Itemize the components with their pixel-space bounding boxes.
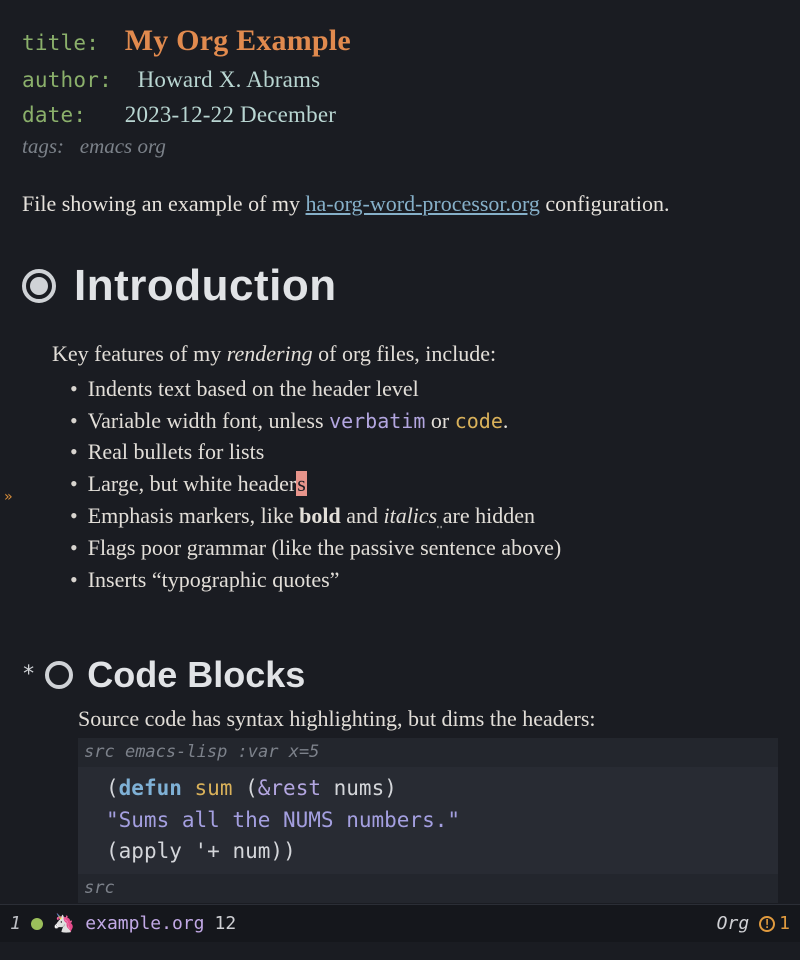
meta-title-key: title xyxy=(22,31,86,55)
list-item: • Emphasis markers, like bold and italic… xyxy=(70,500,778,532)
heading-code-blocks[interactable]: * Code Blocks xyxy=(22,654,778,696)
src-block-footer: src xyxy=(78,874,778,904)
fringe-indicator: » xyxy=(4,489,12,505)
doc-author: Howard X. Abrams xyxy=(138,67,321,92)
list-item: • Large, but white headers xyxy=(70,468,778,500)
heading-bullet-ring-icon xyxy=(45,661,73,689)
src-block-header: src emacs-lisp :var x=5 xyxy=(78,738,778,768)
intro-paragraph: File showing an example of my ha-org-wor… xyxy=(22,189,778,219)
meta-date-line: date: 2023-12-22 December xyxy=(22,98,778,133)
meta-date-key: date xyxy=(22,103,73,127)
modeline-major-mode[interactable]: Org xyxy=(717,913,750,934)
heading-introduction-text: Introduction xyxy=(74,261,337,311)
list-item: •Indents text based on the header level xyxy=(70,373,778,405)
verbatim-text: verbatim xyxy=(329,409,425,433)
heading-star-prefix: * xyxy=(22,662,35,687)
modeline-window-number: 1 xyxy=(10,913,21,934)
modeline-warning-count: 1 xyxy=(779,913,790,934)
modeline-filename[interactable]: example.org xyxy=(85,913,204,934)
meta-tags-key: tags: xyxy=(22,134,64,158)
highlighted-error: s xyxy=(296,471,307,496)
list-item: • Variable width font, unless verbatim o… xyxy=(70,405,778,437)
heading-code-blocks-text: Code Blocks xyxy=(87,654,305,696)
meta-title-line: title: My Org Example xyxy=(22,18,778,63)
modeline-flycheck[interactable]: ! 1 xyxy=(759,913,790,934)
list-item: •Inserts “typographic quotes” xyxy=(70,564,778,596)
minibuffer[interactable] xyxy=(0,942,800,960)
src-block-code: (defun sum (&rest nums) "Sums all the NU… xyxy=(78,767,778,874)
modeline-modified-icon xyxy=(31,918,43,930)
code-section: Source code has syntax highlighting, but… xyxy=(78,706,778,904)
meta-author-key: author xyxy=(22,68,99,92)
doc-tags: emacs org xyxy=(80,134,166,158)
code-text: code xyxy=(455,409,503,433)
features-section: Key features of my rendering of org file… xyxy=(52,341,778,596)
list-item: •Real bullets for lists xyxy=(70,436,778,468)
features-lead: Key features of my rendering of org file… xyxy=(52,341,778,367)
doc-date: 2023-12-22 December xyxy=(125,102,336,127)
config-link[interactable]: ha-org-word-processor.org xyxy=(306,191,540,216)
meta-author-line: author: Howard X. Abrams xyxy=(22,63,778,98)
unicorn-icon: 🦄 xyxy=(53,913,75,934)
features-list: •Indents text based on the header level … xyxy=(70,373,778,596)
editor-buffer[interactable]: » title: My Org Example author: Howard X… xyxy=(0,0,800,904)
src-block[interactable]: src emacs-lisp :var x=5 (defun sum (&res… xyxy=(78,738,778,904)
heading-bullet-icon xyxy=(22,269,56,303)
list-item: •Flags poor grammar (like the passive se… xyxy=(70,532,778,564)
warning-icon: ! xyxy=(759,916,775,932)
heading-introduction[interactable]: Introduction xyxy=(22,261,778,311)
code-lead: Source code has syntax highlighting, but… xyxy=(78,706,778,732)
doc-title: My Org Example xyxy=(125,24,351,57)
modeline[interactable]: 1 🦄 example.org 12 Org ! 1 xyxy=(0,904,800,942)
modeline-line-number: 12 xyxy=(214,913,236,934)
meta-tags-line: tags: emacs org xyxy=(22,134,778,159)
